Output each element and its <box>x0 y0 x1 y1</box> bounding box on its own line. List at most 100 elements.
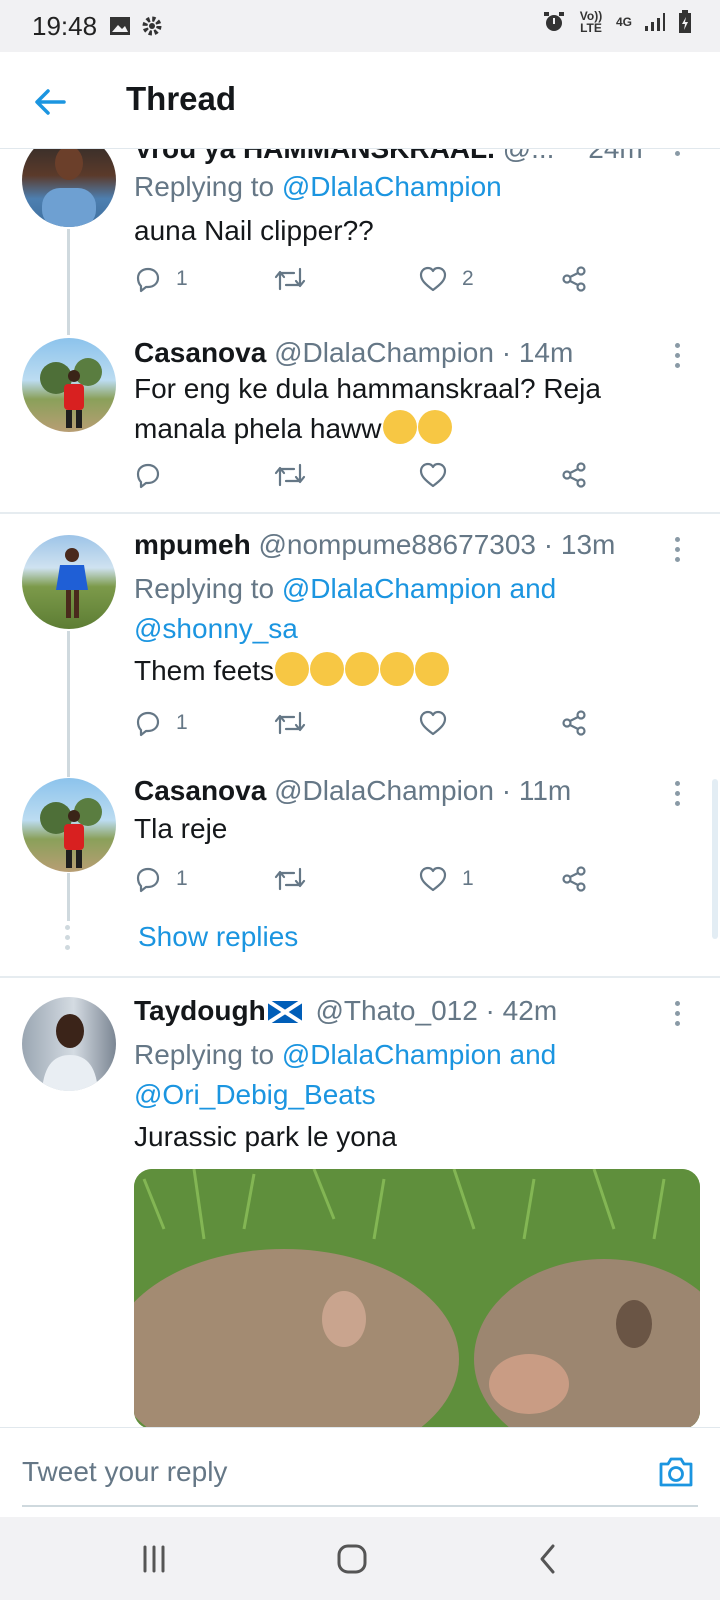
share-button[interactable] <box>560 461 588 489</box>
reply-button[interactable] <box>134 461 176 489</box>
reply-button[interactable]: 1 <box>134 865 188 893</box>
timestamp: 13m <box>560 529 616 560</box>
retweet-button[interactable] <box>274 709 320 737</box>
tweet-media-image[interactable] <box>134 1169 700 1427</box>
thread-connector <box>67 229 70 335</box>
status-bar: 19:48 Vo)) LTE 4G <box>0 0 720 52</box>
system-navigation-bar <box>0 1517 720 1600</box>
timestamp: 24m <box>588 149 642 164</box>
timestamp: 42m <box>502 995 558 1026</box>
heart-icon <box>419 266 447 292</box>
share-icon <box>562 462 586 488</box>
reply-icon <box>136 463 160 489</box>
tweet[interactable]: Vrou ya HAMMANSKRAAL. @... 24m Replying … <box>0 149 720 339</box>
avatar[interactable] <box>22 338 116 432</box>
retweet-button[interactable] <box>274 461 320 489</box>
laughing-emoji <box>275 652 310 686</box>
timestamp: 11m <box>518 775 572 806</box>
tweet-text: auna Nail clipper?? <box>134 215 374 246</box>
more-options-icon[interactable] <box>672 537 682 567</box>
reply-count: 1 <box>176 867 188 890</box>
timestamp: 14m <box>518 337 574 368</box>
home-icon[interactable] <box>332 1539 372 1579</box>
handle[interactable]: @... <box>503 149 555 164</box>
tweet[interactable]: Casanova @DlalaChampion · 14m For eng ke… <box>0 335 720 515</box>
more-options-icon[interactable] <box>672 149 682 171</box>
tweet-text-line: manala phela haww <box>134 413 382 444</box>
like-button[interactable]: 2 <box>418 265 474 293</box>
more-options-icon[interactable] <box>672 1001 682 1031</box>
handle[interactable]: @Thato_012 <box>315 995 477 1026</box>
avatar[interactable] <box>22 997 116 1091</box>
handle[interactable]: @DlalaChampion <box>274 337 494 368</box>
show-replies-link[interactable]: Show replies <box>138 921 298 953</box>
display-name[interactable]: Casanova <box>134 337 266 368</box>
like-count: 1 <box>462 867 474 890</box>
reply-button[interactable]: 1 <box>134 709 188 737</box>
tweet-actions <box>134 461 604 501</box>
retweet-button[interactable] <box>274 265 320 293</box>
alarm-icon <box>543 12 564 31</box>
settings-notification-icon <box>142 16 162 36</box>
display-name[interactable]: mpumeh <box>134 529 251 560</box>
gallery-notification-icon <box>110 17 131 35</box>
retweet-icon <box>274 867 306 891</box>
heart-icon <box>419 866 447 892</box>
handle[interactable]: @DlalaChampion <box>274 775 494 806</box>
network-type: 4G <box>615 15 632 29</box>
reply-button[interactable]: 1 <box>134 265 188 293</box>
battery-icon <box>679 10 691 33</box>
recent-apps-icon[interactable] <box>134 1539 174 1579</box>
thread-continuation-dots <box>65 925 70 955</box>
tweet-text: Them feets <box>134 651 450 691</box>
like-button[interactable] <box>418 709 462 737</box>
avatar[interactable] <box>22 149 116 227</box>
system-back-icon[interactable] <box>528 1539 568 1579</box>
thread-connector <box>67 873 70 921</box>
share-icon <box>562 710 586 736</box>
display-name[interactable]: Taydough <box>134 995 266 1026</box>
reply-composer[interactable]: Tweet your reply <box>0 1427 720 1518</box>
display-name[interactable]: Casanova <box>134 775 266 806</box>
like-button[interactable]: 1 <box>418 865 474 893</box>
thread-connector <box>67 631 70 777</box>
more-options-icon[interactable] <box>672 343 682 373</box>
back-arrow-icon[interactable] <box>30 82 70 122</box>
mention-link[interactable]: @DlalaChampion and <box>282 573 556 604</box>
camera-icon[interactable] <box>656 1452 696 1492</box>
share-button[interactable] <box>560 709 588 737</box>
scrollbar[interactable] <box>712 779 718 939</box>
laughing-emoji <box>345 652 380 686</box>
replying-prefix: Replying to <box>134 171 282 202</box>
handle[interactable]: @nompume88677303 <box>258 529 536 560</box>
thread-feed[interactable]: Vrou ya HAMMANSKRAAL. @... 24m Replying … <box>0 149 720 1427</box>
reply-count: 1 <box>176 711 188 734</box>
share-button[interactable] <box>560 265 588 293</box>
more-options-icon[interactable] <box>672 781 682 811</box>
reply-icon <box>136 867 160 893</box>
tweet[interactable]: mpumeh @nompume88677303 · 13m Replying t… <box>0 529 720 769</box>
reply-input[interactable]: Tweet your reply <box>22 1456 227 1488</box>
share-button[interactable] <box>560 865 588 893</box>
mention-link[interactable]: @shonny_sa <box>134 613 298 644</box>
avatar[interactable] <box>22 535 116 629</box>
avatar[interactable] <box>22 778 116 872</box>
tweet-text-line: For eng ke dula hammanskraal? Reja <box>134 373 601 404</box>
mention-link[interactable]: @DlalaChampion and <box>282 1039 556 1070</box>
laughing-emoji <box>380 652 415 686</box>
tweet-header: mpumeh @nompume88677303 · 13m <box>134 529 616 560</box>
display-name[interactable]: Vrou ya HAMMANSKRAAL. <box>134 149 495 164</box>
mention-link[interactable]: @Ori_Debig_Beats <box>134 1079 376 1110</box>
laughing-emoji <box>310 652 345 686</box>
volte-indicator: Vo)) LTE <box>579 9 603 35</box>
replying-to: Replying to @DlalaChampion <box>134 167 502 207</box>
smiling-emoji <box>417 410 452 444</box>
like-button[interactable] <box>418 461 462 489</box>
retweet-button[interactable] <box>274 865 320 893</box>
replying-to: Replying to @DlalaChampion and @shonny_s… <box>134 569 556 649</box>
signal-icon <box>645 13 665 31</box>
tweet-text: Tla reje <box>134 813 228 844</box>
tweet[interactable]: Casanova @DlalaChampion · 11m Tla reje 1… <box>0 775 720 935</box>
retweet-icon <box>274 711 306 735</box>
mention-link[interactable]: @DlalaChampion <box>282 171 502 202</box>
